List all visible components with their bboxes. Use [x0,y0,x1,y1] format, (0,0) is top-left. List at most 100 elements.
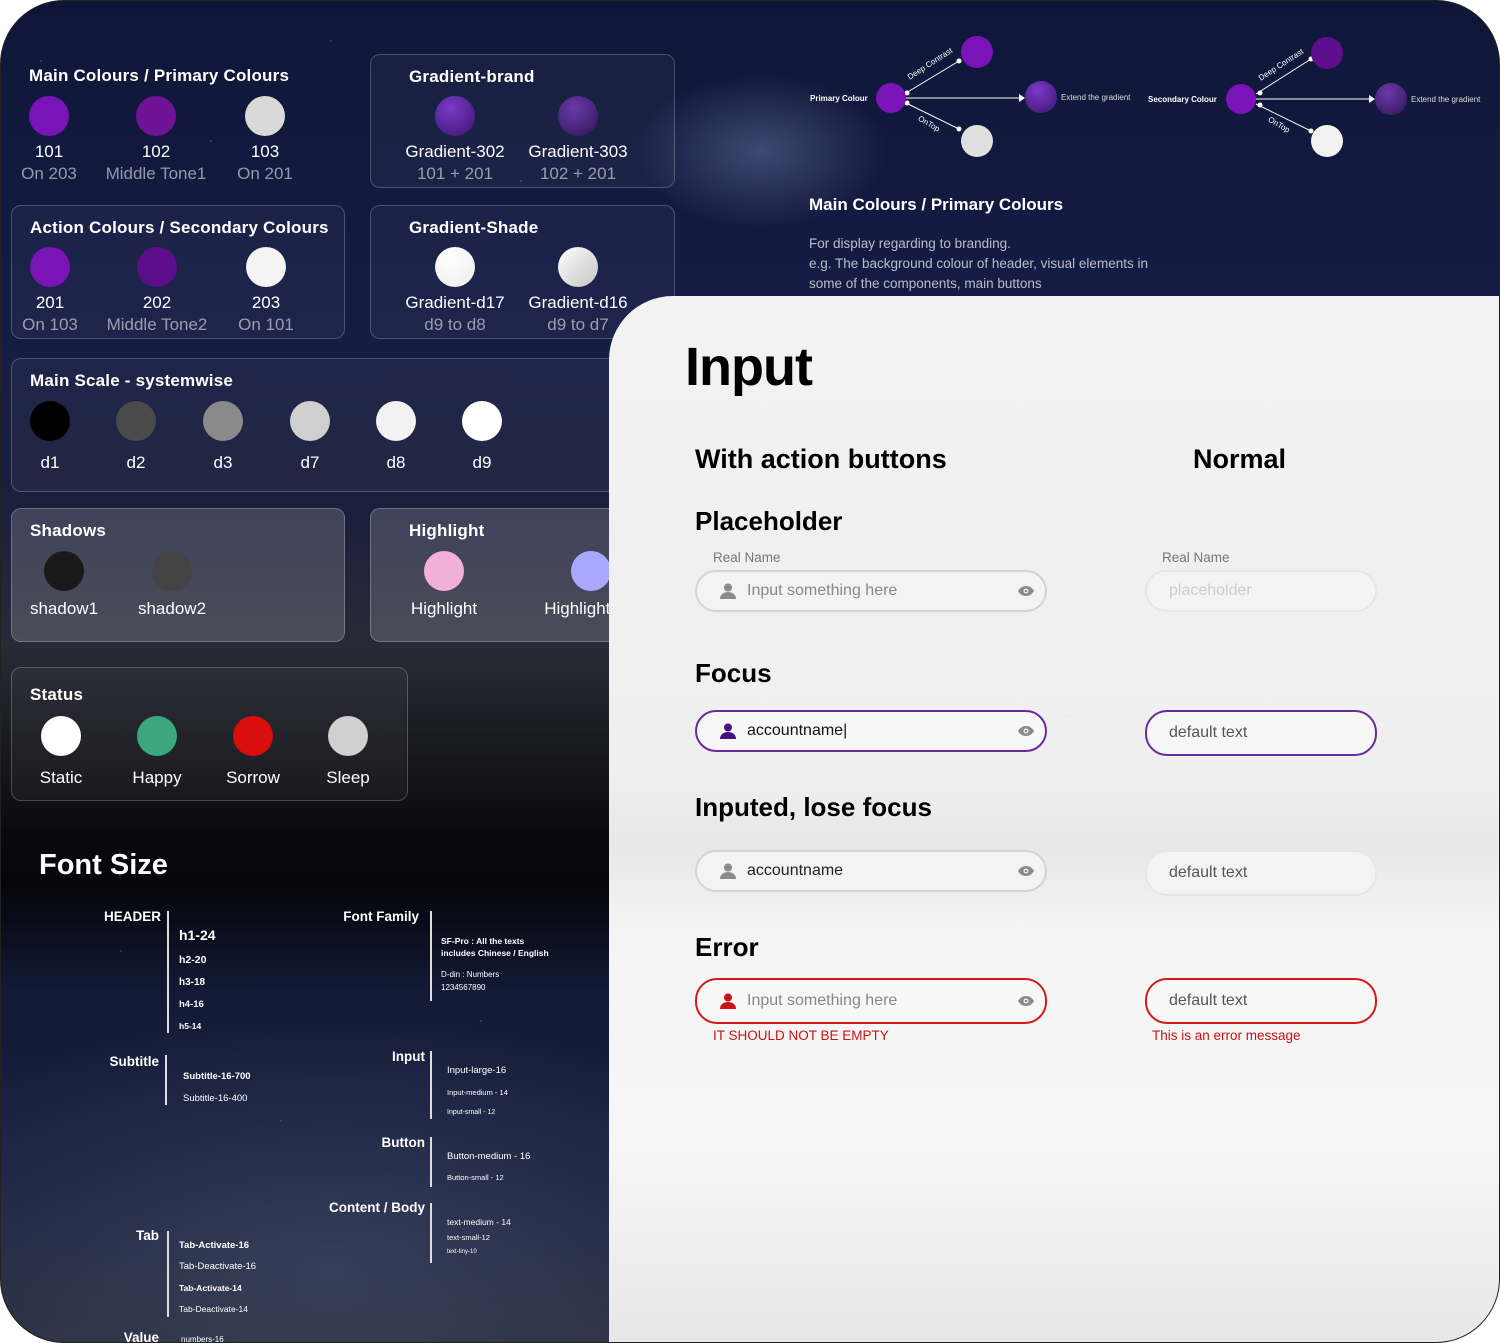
fs-item: Input-large-16 [447,1065,507,1076]
card-title: Main Scale - systemwise [30,371,234,390]
swatch-dot [376,401,416,441]
main-colours-heading: Main Colours / Primary Colours [809,195,1064,214]
main-colours-description: For display regarding to branding. e.g. … [809,234,1229,294]
fs-family-label: Font Family [343,909,419,924]
diagram-secondary-label: Secondary Colour [1148,95,1217,104]
user-icon [720,723,736,739]
swatch-dot [571,551,611,591]
card-title: Status [30,685,84,704]
field-label: Real Name [713,550,781,565]
input-inputed-action[interactable]: accountname [695,850,1047,892]
user-icon [720,993,736,1009]
input-placeholder-normal[interactable]: placeholder [1145,570,1377,612]
fs-divider [430,1137,432,1187]
fs-divider [167,1231,169,1317]
swatch-dot [44,551,84,591]
fs-button-label: Button [381,1135,425,1150]
diagram-grey-dot [961,125,993,157]
swatch-sub: Middle Tone2 [106,315,208,334]
input-component-panel: Input With action buttons Normal Placeho… [609,296,1499,1342]
swatch-code: Sleep [326,768,370,787]
section-error: Error [695,932,759,962]
fs-item: Subtitle-16-700 [183,1071,251,1082]
fs-item: h4-16 [179,999,204,1010]
description-line: For display regarding to branding. [809,236,1011,251]
swatch-sub: On 103 [22,315,78,334]
swatch-dot [424,551,464,591]
card-title: Highlight [409,521,485,540]
diagram-primary-dot [876,83,906,113]
diagram-primary-label: Primary Colour [810,94,868,103]
fs-divider [167,911,169,1033]
colour-relation-lines [904,56,1375,134]
field-label: Real Name [1162,550,1230,565]
section-focus: Focus [695,658,772,688]
fs-divider [165,1055,167,1105]
design-board: Main Colours / Primary Colours 101 On 203… [0,0,1500,1343]
fs-item: text-small-12 [447,1233,490,1242]
swatch-dot [41,716,81,756]
description-line: some of the components, main buttons [809,276,1042,291]
swatch-sub: On 101 [238,315,294,334]
swatch-shadow1[interactable]: shadow1 [4,551,124,619]
fs-item: h1-24 [179,927,216,943]
fs-item: SF-Pro : All the texts [441,936,525,946]
input-value-text: accountname [747,862,844,879]
input-placeholder-text: Input something here [747,992,898,1009]
input-value-text: default text [1169,724,1248,741]
fs-divider [430,1203,432,1263]
input-value-text: default text [1169,992,1248,1009]
eye-icon[interactable] [1017,725,1035,737]
swatch-dot [30,401,70,441]
fs-item: includes Chinese / English [441,948,549,958]
fs-header-label: HEADER [103,909,161,924]
input-error-action[interactable]: Input something here [695,978,1047,1024]
eye-icon[interactable] [1017,585,1035,597]
fs-item: Button-small - 12 [447,1173,504,1182]
status-card: Status Static Happy Sorrow Sleep [11,667,408,801]
input-placeholder-action[interactable]: Input something here [695,570,1047,612]
swatch-highlight[interactable]: Highlight [384,551,504,619]
fs-item: D-din : Numbers [441,970,500,979]
input-focus-action[interactable]: accountname| [695,710,1047,752]
fs-item: Subtitle-16-400 [183,1093,248,1104]
fs-value-label: Value [123,1330,159,1343]
diagram-purple-dot [961,36,993,68]
input-inputed-normal[interactable]: default text [1145,850,1377,896]
font-size-title: Font Size [39,849,168,881]
eye-icon[interactable] [1017,865,1035,877]
fs-item: Button-medium - 16 [447,1151,531,1162]
swatch-dot [328,716,368,756]
fs-item: text-tiny-10 [447,1249,477,1255]
fs-divider [430,911,432,1001]
column-normal: Normal [1193,444,1287,474]
swatch-code: Highlight [410,599,478,618]
diagram-white-dot-2 [1311,125,1343,157]
fs-item: Tab-Deactivate-14 [179,1304,248,1314]
description-line: e.g. The background colour of header, vi… [809,256,1148,271]
main-scale-card: Main Scale - systemwise d1 d2 d3 d7 d8 d… [11,358,653,492]
input-focus-normal[interactable]: default text [1145,710,1377,756]
input-error-normal[interactable]: default text [1145,978,1377,1024]
fs-item: Input-small - 12 [447,1109,496,1116]
fs-item: Tab-Activate-14 [179,1283,242,1293]
diagram-extend-label-2: Extend the gradient [1411,95,1481,104]
input-placeholder-text: Input something here [747,582,898,599]
swatch-code: shadow1 [29,599,99,618]
fs-item: h3-18 [179,977,206,988]
user-icon [720,863,736,879]
swatch-sleep[interactable]: Sleep [288,716,408,788]
swatch-shadow2[interactable]: shadow2 [112,551,232,619]
swatch-dot [137,716,177,756]
fs-item: Tab-Activate-16 [179,1240,250,1251]
fs-item: h5-14 [179,1021,202,1031]
fs-tab-label: Tab [136,1228,159,1243]
eye-icon[interactable] [1017,995,1035,1007]
section-inputed: Inputed, lose focus [695,792,932,822]
swatch-dot [203,401,243,441]
fs-item: numbers-16 [181,1335,224,1343]
fs-divider [430,1051,432,1119]
swatch-dot [152,551,192,591]
fs-subtitle-label: Subtitle [109,1054,160,1069]
swatch-d9[interactable]: d9 [422,401,542,473]
